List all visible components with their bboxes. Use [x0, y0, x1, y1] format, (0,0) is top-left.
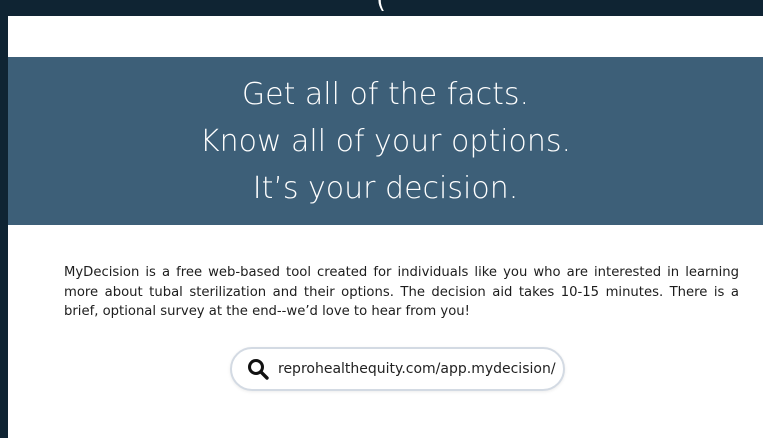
url-text[interactable]: reprohealthequity.com/app.mydecision/ [278, 361, 556, 377]
tagline-banner: Get all of the facts. Know all of your o… [8, 57, 763, 225]
tagline-line-3: It’s your decision. [252, 171, 519, 206]
tagline-line-1: Get all of the facts. [241, 77, 530, 112]
tagline-line-2: Know all of your options. [199, 124, 572, 159]
url-search-bar[interactable]: reprohealthequity.com/app.mydecision/ [230, 347, 565, 391]
top-cropped-header: ( [0, 0, 763, 15]
info-card: Get all of the facts. Know all of your o… [8, 16, 763, 438]
description-paragraph: MyDecision is a free web-based tool crea… [64, 265, 739, 320]
search-icon [248, 359, 269, 380]
top-cropped-text: ( [376, 0, 387, 14]
